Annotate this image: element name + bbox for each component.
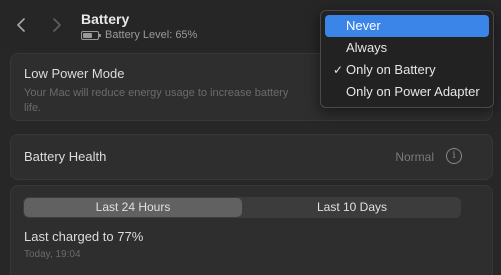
last-charged-label: Last charged to 77% xyxy=(24,229,144,244)
battery-health-card: Battery Health Normal i xyxy=(10,134,493,180)
menu-item-label: Never xyxy=(346,18,381,33)
checkmark-icon: ✓ xyxy=(333,63,344,77)
menu-item-only-on-power-adapter[interactable]: Only on Power Adapter xyxy=(325,81,489,103)
low-power-mode-label: Low Power Mode xyxy=(24,66,125,81)
menu-item-only-on-battery[interactable]: ✓ Only on Battery xyxy=(325,59,489,81)
menu-item-always[interactable]: Always xyxy=(325,37,489,59)
battery-level-text: Battery Level: 65% xyxy=(105,29,198,41)
back-button[interactable] xyxy=(10,14,32,36)
low-power-mode-description: Your Mac will reduce energy usage to inc… xyxy=(24,87,289,114)
usage-period-segmented-control: Last 24 Hours Last 10 Days xyxy=(23,197,461,218)
chevron-left-icon xyxy=(17,18,25,32)
menu-item-never[interactable]: Never xyxy=(325,15,489,37)
battery-icon xyxy=(81,30,101,40)
last-charged-time: Today, 19:04 xyxy=(24,249,81,260)
menu-item-label: Only on Battery xyxy=(346,62,436,77)
battery-level-status: Battery Level: 65% xyxy=(81,29,197,41)
menu-item-label: Always xyxy=(346,40,388,55)
battery-settings-window: Battery Battery Level: 65% Low Power Mod… xyxy=(0,0,501,275)
menu-item-label: Only on Power Adapter xyxy=(346,84,480,99)
tab-last-10-days[interactable]: Last 10 Days xyxy=(243,197,461,218)
battery-usage-card: Last 24 Hours Last 10 Days Last charged … xyxy=(10,185,493,275)
page-title: Battery xyxy=(81,11,130,27)
low-power-mode-dropdown-menu: Never Always ✓ Only on Battery Only on P… xyxy=(320,10,494,108)
info-icon[interactable]: i xyxy=(446,148,462,164)
tab-last-24-hours[interactable]: Last 24 Hours xyxy=(24,198,242,217)
battery-health-value: Normal xyxy=(395,150,434,164)
chevron-right-icon xyxy=(53,18,61,32)
battery-health-label: Battery Health xyxy=(24,149,107,164)
forward-button[interactable] xyxy=(46,14,68,36)
